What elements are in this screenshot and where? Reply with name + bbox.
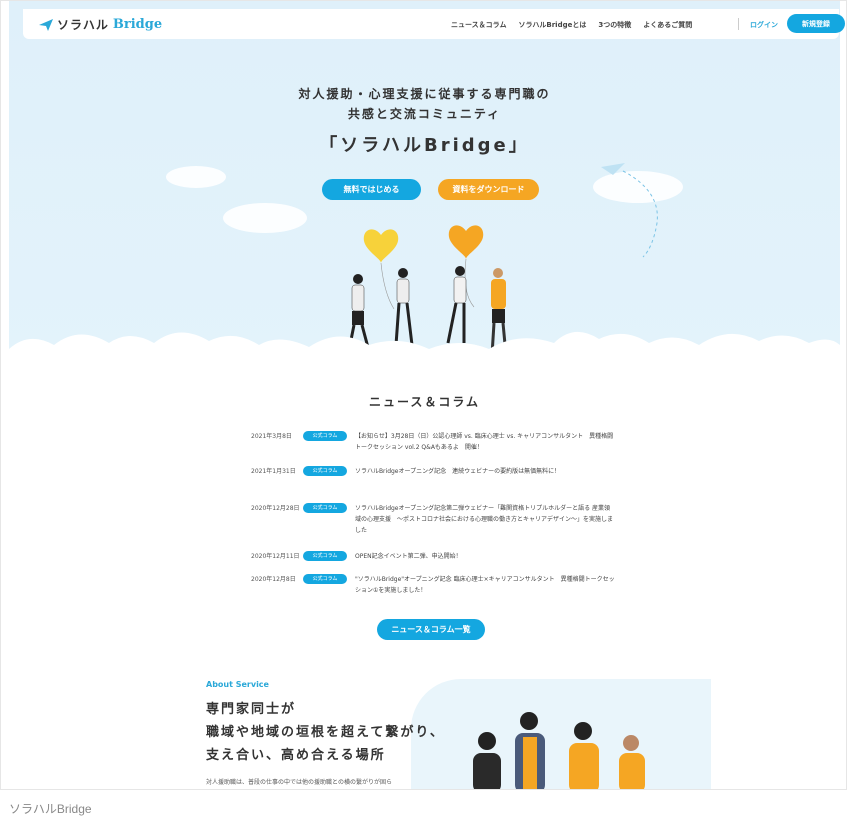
news-list-button[interactable]: ニュース＆コラム一覧	[377, 619, 485, 640]
news-tag[interactable]: 公式コラム	[303, 431, 347, 441]
paper-plane-illustration	[601, 163, 658, 258]
nav-item-about[interactable]: ソラハルBridgeとは	[518, 20, 586, 30]
news-text[interactable]: ソラハルBridgeオープニング記念第二弾ウェビナー「難関資格トリプルホルダーと…	[355, 503, 615, 536]
site-logo[interactable]: ソラハル Bridge	[39, 16, 162, 33]
news-tag[interactable]: 公式コラム	[303, 551, 347, 561]
news-text[interactable]: 【お知らせ】3月28日（日）公認心理師 vs. 臨床心理士 vs. キャリアコン…	[355, 431, 615, 453]
logo-text: ソラハル	[57, 18, 109, 32]
news-text[interactable]: OPEN記念イベント第二弾、申込開始！	[355, 551, 615, 562]
news-date: 2020年12月8日	[251, 576, 296, 583]
login-link[interactable]: ログイン	[750, 20, 778, 30]
about-heading-1: 専門家同士が	[206, 702, 297, 717]
news-section-title: ニュース＆コラム	[368, 395, 481, 409]
news-text[interactable]: ソラハルBridgeオープニング記念 連続ウェビナーの要約版は無価無料に！	[355, 466, 615, 477]
paper-plane-logo-icon	[39, 18, 53, 31]
nav-item-faq[interactable]: よくあるご質問	[643, 20, 692, 30]
image-caption: ソラハルBridge	[9, 802, 92, 816]
download-materials-button[interactable]: 資料をダウンロード	[438, 179, 539, 200]
cloud-band	[9, 331, 840, 379]
about-heading-2: 職域や地域の垣根を超えて繋がり、	[206, 725, 445, 740]
nav-item-news[interactable]: ニュース＆コラム	[451, 20, 506, 30]
nav-divider	[738, 18, 739, 30]
news-item[interactable]: 2021年1月31日 公式コラム ソラハルBridgeオープニング記念 連続ウェ…	[251, 466, 615, 477]
news-tag[interactable]: 公式コラム	[303, 574, 347, 584]
news-text[interactable]: "ソラハルBridge"オープニング記念 臨床心理士×キャリアコンサルタント 異…	[355, 574, 615, 596]
cloud	[223, 203, 307, 233]
news-item[interactable]: 2021年3月8日 公式コラム 【お知らせ】3月28日（日）公認心理師 vs. …	[251, 431, 615, 453]
main-nav: ニュース＆コラム ソラハルBridgeとは 3つの特徴 よくあるご質問	[451, 20, 692, 30]
signup-button[interactable]: 新規登録	[787, 14, 845, 33]
news-item[interactable]: 2020年12月28日 公式コラム ソラハルBridgeオープニング記念第二弾ウ…	[251, 503, 615, 536]
nav-item-features[interactable]: 3つの特徴	[598, 20, 631, 30]
group-of-people-illustration	[473, 712, 645, 789]
hero-title: 「ソラハルBridge」	[319, 135, 530, 156]
about-label: About Service	[206, 680, 269, 689]
about-description: 対人援助職は、普段の仕事の中では他の援助職との横の繋がりが固ら	[206, 779, 392, 786]
start-free-button[interactable]: 無料ではじめる	[322, 179, 421, 200]
news-date: 2020年12月11日	[251, 553, 300, 560]
top-navigation-bar: ソラハル Bridge ニュース＆コラム ソラハルBridgeとは 3つの特徴 …	[23, 9, 845, 39]
news-item[interactable]: 2020年12月11日 公式コラム OPEN記念イベント第二弾、申込開始！	[251, 551, 615, 562]
news-date: 2021年3月8日	[251, 433, 292, 440]
page-screenshot: ソラハル Bridge ニュース＆コラム ソラハルBridgeとは 3つの特徴 …	[0, 0, 847, 790]
news-tag[interactable]: 公式コラム	[303, 466, 347, 476]
news-tag[interactable]: 公式コラム	[303, 503, 347, 513]
news-date: 2020年12月28日	[251, 505, 300, 512]
news-item[interactable]: 2020年12月8日 公式コラム "ソラハルBridge"オープニング記念 臨床…	[251, 574, 615, 596]
cloud	[166, 166, 226, 188]
logo-bridge-text: Bridge	[112, 17, 163, 32]
hero-line-2: 共感と交流コミュニティ	[347, 107, 502, 121]
news-date: 2021年1月31日	[251, 468, 296, 475]
hero-line-1: 対人援助・心理支援に従事する専門職の	[298, 87, 551, 101]
about-heading-3: 支え合い、高め合える場所	[206, 748, 386, 763]
